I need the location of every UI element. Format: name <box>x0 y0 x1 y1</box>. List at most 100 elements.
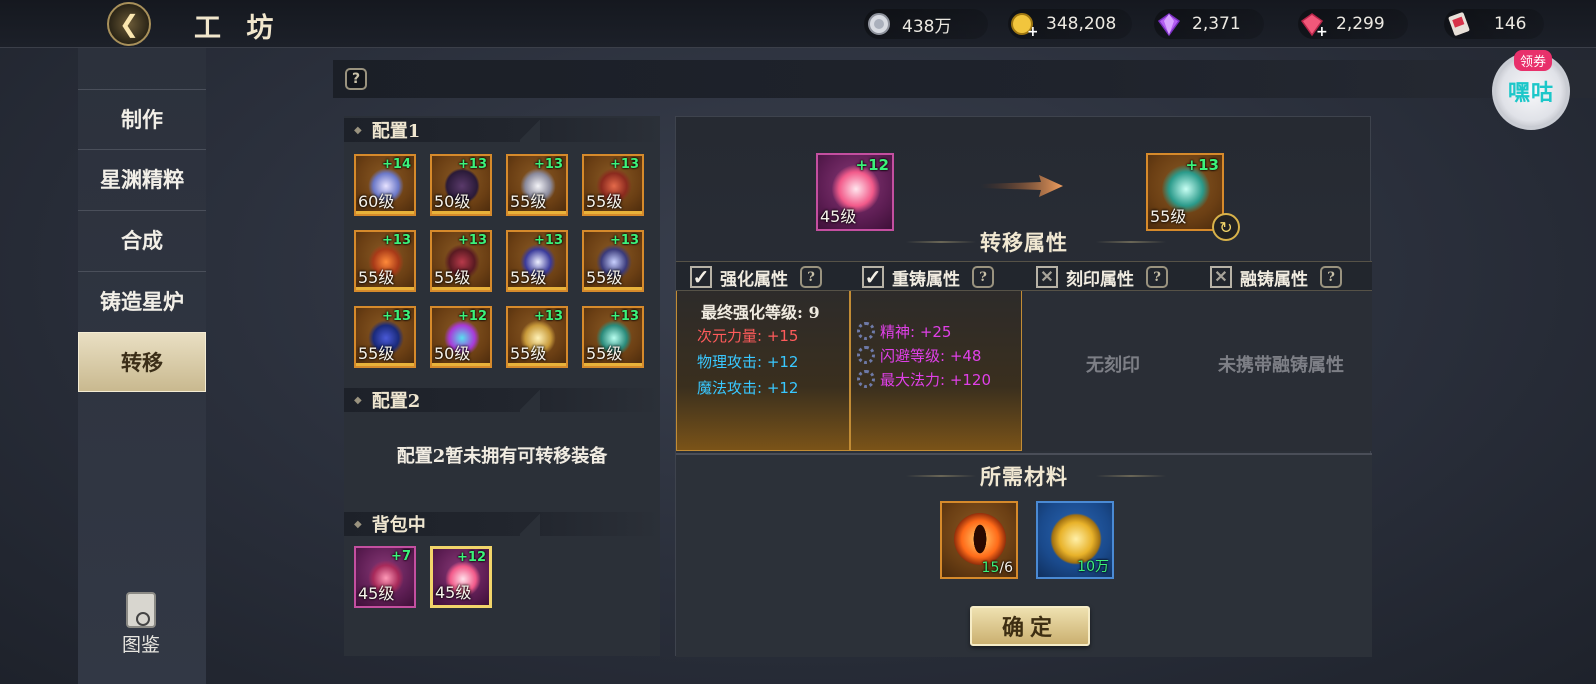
help-strip: ? <box>333 60 1596 98</box>
equip-slot[interactable]: +14 60级 <box>354 154 416 216</box>
attr-tab-row: ✓ 强化属性 ? ✓ 重铸属性 ? ✕ 刻印属性 ? ✕ 融铸属性 ? <box>676 261 1372 291</box>
reforge-attr-col: 精神: +25 闪避等级: +48 最大法力: +120 <box>850 291 1022 451</box>
demon-eye-icon <box>954 513 1006 565</box>
back-arrow-icon: ❮ <box>107 2 151 46</box>
resource-red-diamond[interactable]: + 2,299 <box>1298 9 1408 39</box>
catalog-label: 图鉴 <box>121 634 160 656</box>
transfer-panel: +12 45级 +13 55级 ↻ 转移属性 ✓ 强化属性 ? ✓ 重铸属性 ?… <box>675 116 1372 657</box>
nav-item-make[interactable]: 制作 <box>78 89 206 147</box>
config-panel: ◆ 配置1 +14 60级 +13 50级 +13 55级 +13 55级 +13 55级… <box>344 116 660 656</box>
config2-header: ◆ 配置2 <box>344 388 660 412</box>
tab-enhance[interactable]: ✓ 强化属性 ? <box>690 262 822 292</box>
nav-item-synthesis[interactable]: 合成 <box>78 210 206 268</box>
resource-gold[interactable]: + 348,208 <box>1008 9 1132 39</box>
coupon-tag: 领券 <box>1514 50 1553 71</box>
gear-icon <box>857 370 875 388</box>
config2-title: 配置2 <box>371 391 421 412</box>
top-bar: ❮ 工 坊 438万 + 348,208 2,371 + 2,299 146 <box>0 0 1596 48</box>
silver-coin-icon <box>864 9 894 39</box>
gold-value: 348,208 <box>1046 14 1117 34</box>
promo-badge[interactable]: 领券 嘿咕 <box>1492 50 1570 130</box>
enhance-attr-col: 最终强化等级: 9 次元力量: +15 物理攻击: +12 魔法攻击: +12 <box>676 291 850 451</box>
equip-slot[interactable]: +13 55级 <box>582 154 644 216</box>
ticket-value: 146 <box>1494 14 1527 34</box>
engrave-empty-text: 无刻印 <box>1086 355 1140 376</box>
catalog-button[interactable]: 图鉴 <box>116 592 166 656</box>
nav-item-star-essence[interactable]: 星渊精粹 <box>78 149 206 207</box>
promo-text: 嘿咕 <box>1507 81 1554 106</box>
ticket-icon <box>1444 9 1474 39</box>
help-icon[interactable]: ? <box>972 266 994 288</box>
target-item-slot[interactable]: +13 55级 <box>1146 153 1224 231</box>
divider <box>1096 241 1166 243</box>
equip-slot[interactable]: +13 55级 <box>506 230 568 292</box>
stat-line: 物理攻击: +12 <box>697 353 799 371</box>
purple-diamond-icon <box>1154 9 1184 39</box>
material-slot[interactable]: 10万 <box>1036 501 1114 579</box>
resource-silver[interactable]: 438万 <box>864 9 988 39</box>
stat-line: 最大法力: +120 <box>857 369 991 390</box>
svg-text:+: + <box>1316 24 1327 38</box>
resource-purple-diamond[interactable]: 2,371 <box>1154 9 1264 39</box>
engrave-fuse-col: 无刻印 未携带融铸属性 <box>1022 291 1372 451</box>
config1-title: 配置1 <box>371 121 421 142</box>
material-count: 10万 <box>1077 559 1109 575</box>
help-icon[interactable]: ? <box>345 68 367 90</box>
equip-slot[interactable]: +13 55级 <box>582 230 644 292</box>
equip-slot[interactable]: +13 55级 <box>430 230 492 292</box>
tab-fuse[interactable]: ✕ 融铸属性 ? <box>1210 262 1342 292</box>
confirm-button[interactable]: 确定 <box>970 606 1090 646</box>
tab-engrave[interactable]: ✕ 刻印属性 ? <box>1036 262 1168 292</box>
divider <box>1096 475 1166 477</box>
equip-slot[interactable]: +12 50级 <box>430 306 492 368</box>
svg-text:+: + <box>1027 24 1037 38</box>
swap-icon[interactable]: ↻ <box>1212 213 1240 241</box>
material-slot[interactable]: 15/6 <box>940 501 1018 579</box>
config1-header: ◆ 配置1 <box>344 118 660 142</box>
bullet-icon: ◆ <box>354 394 362 406</box>
red-diamond-value: 2,299 <box>1336 14 1385 34</box>
stat-line: 精神: +25 <box>857 321 951 342</box>
bag-item-selected[interactable]: +12 45级 <box>430 546 492 608</box>
material-count: 15/6 <box>981 560 1013 576</box>
config2-empty-text: 配置2暂未拥有可转移装备 <box>396 446 608 467</box>
page-title: 工 坊 <box>194 13 282 44</box>
nav-item-transfer[interactable]: 转移 <box>78 332 206 392</box>
checkbox-checked-icon[interactable]: ✓ <box>690 266 712 288</box>
help-icon[interactable]: ? <box>1146 266 1168 288</box>
source-item-slot[interactable]: +12 45级 <box>816 153 894 231</box>
gear-icon <box>857 322 875 340</box>
equip-slot[interactable]: +13 55级 <box>506 154 568 216</box>
divider <box>906 241 976 243</box>
back-button[interactable]: ❮ <box>102 0 156 48</box>
equip-slot[interactable]: +13 55级 <box>354 306 416 368</box>
checkbox-checked-icon[interactable]: ✓ <box>862 266 884 288</box>
red-diamond-add-icon: + <box>1298 9 1328 39</box>
tab-reforge[interactable]: ✓ 重铸属性 ? <box>862 262 994 292</box>
help-icon[interactable]: ? <box>1320 266 1342 288</box>
checkbox-unchecked-icon[interactable]: ✕ <box>1036 266 1058 288</box>
gear-icon <box>857 346 875 364</box>
equip-slot[interactable]: +13 55级 <box>582 306 644 368</box>
final-enhance-level: 最终强化等级: 9 <box>701 303 820 322</box>
silver-value: 438万 <box>902 16 952 37</box>
gold-coin-add-icon: + <box>1008 9 1038 39</box>
stat-line: 次元力量: +15 <box>697 327 799 345</box>
bullet-icon: ◆ <box>354 124 362 136</box>
equip-slot[interactable]: +13 55级 <box>506 306 568 368</box>
equip-slot[interactable]: +13 55级 <box>354 230 416 292</box>
checkbox-unchecked-icon[interactable]: ✕ <box>1210 266 1232 288</box>
stat-line: 魔法攻击: +12 <box>697 379 799 397</box>
purple-diamond-value: 2,371 <box>1192 14 1241 34</box>
bag-item[interactable]: +7 45级 <box>354 546 416 608</box>
stat-line: 闪避等级: +48 <box>857 345 981 366</box>
bullet-icon: ◆ <box>354 518 362 530</box>
bag-title: 背包中 <box>371 515 426 536</box>
help-icon[interactable]: ? <box>800 266 822 288</box>
materials-title: 所需材料 <box>980 464 1068 489</box>
nav-item-forge-furnace[interactable]: 铸造星炉 <box>78 271 206 329</box>
equip-slot[interactable]: +13 50级 <box>430 154 492 216</box>
bag-header: ◆ 背包中 <box>344 512 660 536</box>
resource-ticket[interactable]: 146 <box>1444 9 1544 39</box>
catalog-book-icon <box>126 592 156 628</box>
